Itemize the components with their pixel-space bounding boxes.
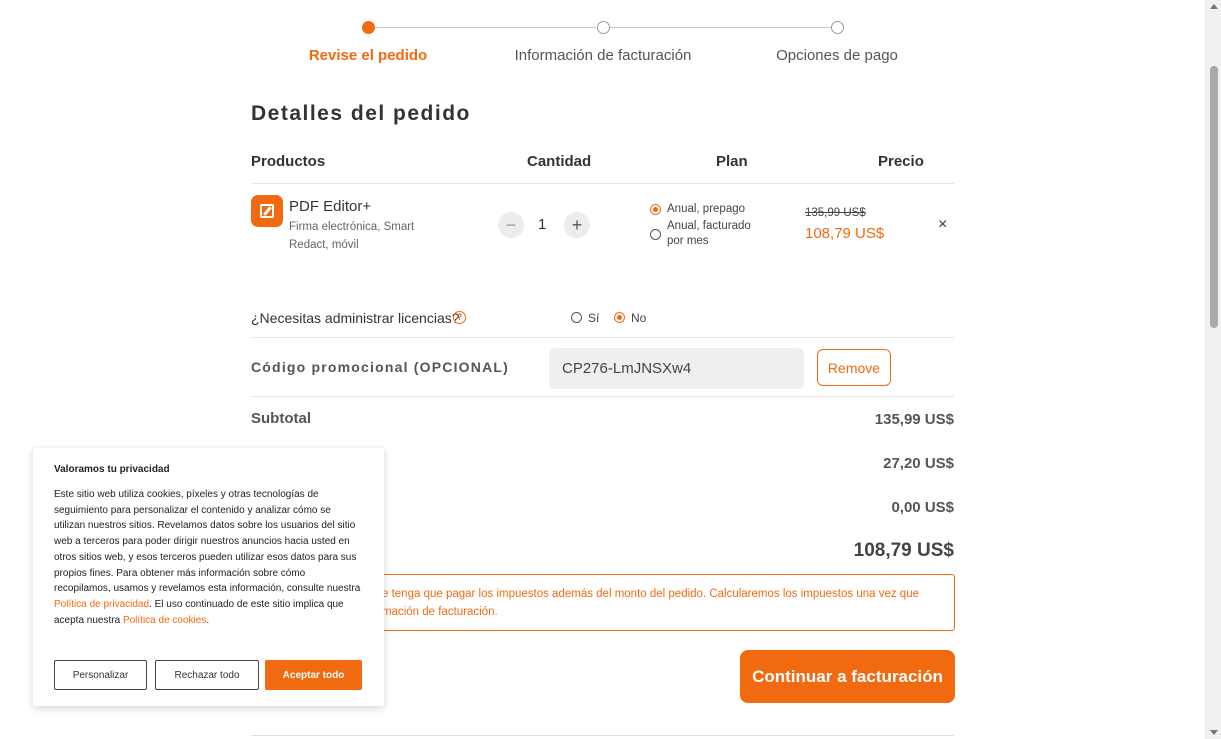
accept-all-cookies-button[interactable]: Aceptar todo (265, 660, 362, 690)
stepper-line (374, 27, 596, 28)
promo-code-input[interactable] (549, 348, 804, 389)
subtotal-value: 135,99 US$ (874, 411, 954, 428)
step-label-review: Revise el pedido (308, 47, 428, 64)
license-label-yes[interactable]: Sí (588, 311, 599, 325)
license-radio-no[interactable] (614, 312, 625, 323)
quantity-value: 1 (538, 216, 547, 233)
divider (251, 337, 954, 338)
step-dot-payment (831, 21, 844, 34)
cookie-consent-banner: Valoramos tu privacidad Este sitio web u… (33, 448, 384, 706)
tax-value: 0,00 US$ (891, 499, 954, 516)
column-header-plan: Plan (716, 153, 748, 170)
plan-label-annual-prepaid[interactable]: Anual, prepago (667, 202, 745, 217)
discount-value: 27,20 US$ (883, 455, 954, 472)
reject-all-cookies-button[interactable]: Rechazar todo (155, 660, 259, 690)
plan-label-annual-monthly[interactable]: Anual, facturado por mes (667, 219, 767, 249)
customize-cookies-button[interactable]: Personalizar (54, 660, 147, 690)
license-radio-yes[interactable] (571, 312, 582, 323)
scrollbar-thumb[interactable] (1210, 66, 1218, 328)
tax-notice-text: e tenga que pagar los impuestos además d… (382, 588, 919, 618)
plan-radio-annual-monthly[interactable] (650, 229, 661, 240)
divider (251, 396, 954, 397)
product-name: PDF Editor+ (289, 198, 372, 215)
total-value: 108,79 US$ (853, 540, 954, 561)
cookie-policy-link[interactable]: Política de cookies (123, 615, 206, 626)
step-dot-review (362, 21, 375, 34)
cookie-text: Este sitio web utiliza cookies, píxeles … (54, 489, 361, 626)
quantity-decrement-button[interactable]: − (498, 212, 524, 238)
divider (251, 735, 954, 736)
help-icon[interactable]: ? (453, 311, 466, 324)
cookie-title: Valoramos tu privacidad (54, 464, 170, 475)
continue-to-billing-button[interactable]: Continuar a facturación (740, 650, 955, 703)
quantity-increment-button[interactable]: + (564, 212, 590, 238)
step-label-payment: Opciones de pago (776, 47, 898, 64)
pdf-editor-icon (251, 195, 283, 227)
plan-radio-annual-prepaid[interactable] (650, 204, 661, 215)
license-question: ¿Necesitas administrar licencias? (251, 310, 460, 326)
column-header-quantity: Cantidad (527, 153, 592, 170)
page-title: Detalles del pedido (251, 102, 471, 125)
license-label-no[interactable]: No (631, 311, 646, 325)
privacy-policy-link[interactable]: Política de privacidad (54, 599, 149, 610)
stepper-line (609, 27, 831, 28)
page-scrollbar[interactable] (1205, 0, 1221, 739)
current-price: 108,79 US$ (805, 225, 885, 242)
scroll-up-icon[interactable] (1210, 4, 1218, 9)
scroll-down-icon[interactable] (1210, 730, 1218, 735)
remove-item-icon[interactable]: × (938, 216, 947, 234)
subtotal-label: Subtotal (251, 410, 311, 427)
column-header-price: Precio (878, 153, 924, 170)
promo-code-label: Código promocional (OPCIONAL) (251, 359, 510, 375)
original-price: 135,99 US$ (805, 207, 866, 219)
product-description: Firma electrónica, Smart Redact, móvil (289, 221, 415, 251)
step-label-billing: Información de facturación (514, 47, 692, 64)
step-dot-billing (597, 21, 610, 34)
divider (251, 183, 954, 184)
column-header-products: Productos (251, 153, 326, 170)
remove-promo-button[interactable]: Remove (817, 349, 891, 386)
